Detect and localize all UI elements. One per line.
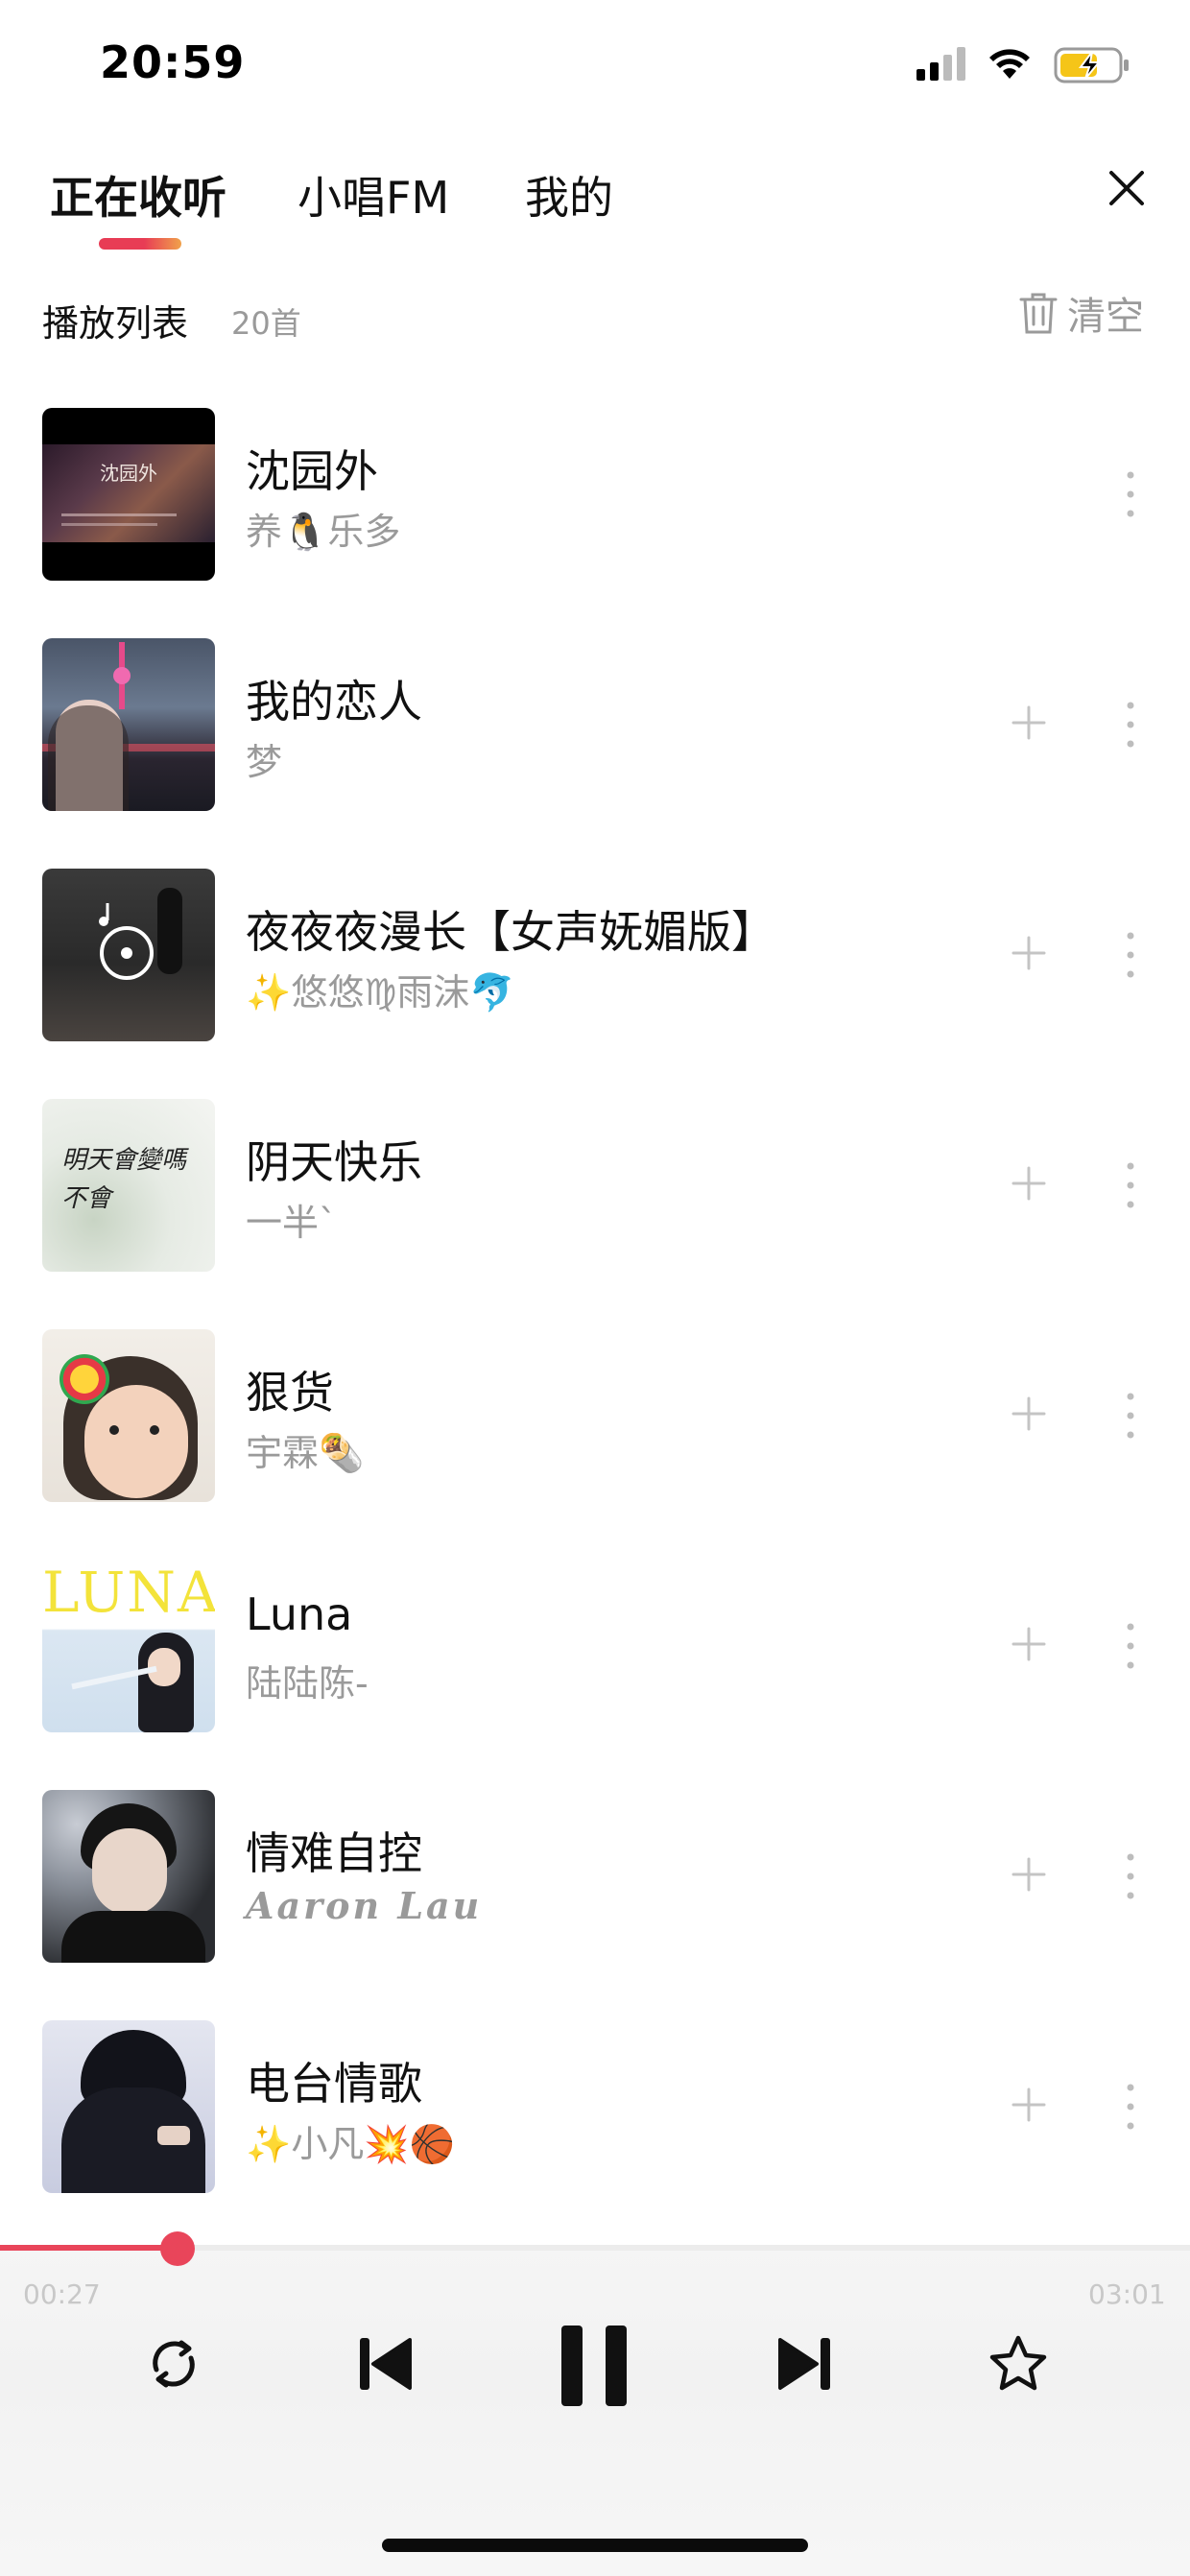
song-artist: 一半ˋ: [246, 1202, 338, 1244]
song-title: 沈园外: [246, 445, 378, 497]
song-cover: [42, 2020, 215, 2193]
add-icon[interactable]: [1010, 2086, 1048, 2124]
cover-text: 沈园外: [100, 462, 157, 485]
song-title: 夜夜夜漫长【女声妩媚版】: [246, 906, 775, 958]
home-indicator[interactable]: [382, 2539, 808, 2552]
cover-text: LUNA: [42, 1560, 215, 1625]
music-note-icon: [99, 903, 109, 926]
next-button[interactable]: [763, 2321, 849, 2407]
playlist-title: 播放列表: [42, 302, 189, 345]
add-icon[interactable]: [1010, 1395, 1048, 1433]
repeat-button[interactable]: [131, 2321, 217, 2407]
song-title: 狠货: [246, 1367, 334, 1419]
song-row[interactable]: 狠货 宇霖🌯: [0, 1329, 1190, 1560]
song-title: 阴天快乐: [246, 1136, 422, 1188]
song-cover: [42, 1790, 215, 1963]
song-artist: ✨悠悠♍雨沫🐬: [246, 971, 515, 1014]
progress-knob[interactable]: [160, 2231, 195, 2266]
tab-mine[interactable]: 我的: [525, 163, 613, 227]
trash-icon: [1019, 293, 1058, 334]
more-options-icon[interactable]: [1119, 1158, 1142, 1212]
more-options-icon[interactable]: [1119, 1849, 1142, 1903]
more-options-icon[interactable]: [1119, 2080, 1142, 2134]
song-artist: 宇霖🌯: [246, 1432, 365, 1474]
progress-fill: [0, 2245, 178, 2251]
song-title: 我的恋人: [246, 676, 422, 727]
wifi-icon: [989, 49, 1030, 79]
playlist-count: 20首: [231, 305, 301, 342]
more-options-icon[interactable]: [1119, 1389, 1142, 1443]
star-icon: [989, 2335, 1047, 2391]
add-icon[interactable]: [1010, 934, 1048, 972]
previous-icon: [360, 2338, 412, 2390]
clear-label: 清空: [1067, 295, 1144, 339]
clear-playlist-button[interactable]: 清空: [1017, 288, 1144, 339]
add-icon[interactable]: [1010, 1855, 1048, 1894]
tab-xiaochang-fm[interactable]: 小唱FM: [298, 163, 449, 227]
song-row[interactable]: 明天會變嗎 不會 阴天快乐 一半ˋ: [0, 1099, 1190, 1329]
pause-button[interactable]: [552, 2313, 638, 2419]
song-row[interactable]: 电台情歌 ✨小凡💥🏀: [0, 2020, 1190, 2251]
total-time: 03:01: [1088, 2278, 1166, 2310]
more-options-icon[interactable]: [1119, 1619, 1142, 1673]
close-icon[interactable]: [1104, 165, 1150, 211]
song-row[interactable]: 沈园外 沈园外 养🐧乐多: [0, 408, 1190, 638]
song-cover: 明天會變嗎 不會: [42, 1099, 215, 1272]
battery-charging-icon: [1054, 47, 1129, 83]
song-artist: 梦: [246, 741, 283, 783]
pause-icon: [561, 2326, 627, 2406]
add-icon[interactable]: [1010, 1625, 1048, 1663]
song-artist: 陆陆陈-: [246, 1662, 369, 1705]
song-title: Luna: [246, 1588, 353, 1640]
song-artist: ✨小凡💥🏀: [246, 2123, 455, 2165]
add-icon[interactable]: [1010, 1164, 1048, 1203]
song-cover: [42, 869, 215, 1041]
cellular-signal-icon: [916, 47, 965, 81]
more-options-icon[interactable]: [1119, 698, 1142, 751]
repeat-icon: [153, 2340, 195, 2388]
more-options-icon[interactable]: [1119, 467, 1142, 521]
song-title: 情难自控: [246, 1827, 422, 1879]
status-time: 20:59: [100, 36, 246, 88]
add-icon[interactable]: [1010, 704, 1048, 742]
next-icon: [778, 2338, 830, 2390]
song-cover: LUNA: [42, 1560, 215, 1732]
song-row[interactable]: 情难自控 Aaron Lau: [0, 1790, 1190, 2020]
cover-text: 明天會變嗎 不會: [61, 1146, 187, 1213]
more-options-icon[interactable]: [1119, 928, 1142, 982]
elapsed-time: 00:27: [23, 2278, 101, 2310]
song-artist: 养🐧乐多: [246, 511, 401, 553]
favorite-button[interactable]: [975, 2321, 1061, 2407]
song-cover: 沈园外: [42, 408, 215, 581]
song-row[interactable]: LUNA Luna 陆陆陈-: [0, 1560, 1190, 1790]
song-artist: Aaron Lau: [246, 1884, 483, 1927]
song-title: 电台情歌: [246, 2058, 422, 2110]
song-row[interactable]: 夜夜夜漫长【女声妩媚版】 ✨悠悠♍雨沫🐬: [0, 869, 1190, 1099]
tab-now-listening[interactable]: 正在收听: [50, 163, 226, 227]
song-cover: [42, 638, 215, 811]
active-tab-indicator: [99, 238, 181, 250]
song-row[interactable]: 我的恋人 梦: [0, 638, 1190, 869]
previous-button[interactable]: [341, 2321, 427, 2407]
song-cover: [42, 1329, 215, 1502]
